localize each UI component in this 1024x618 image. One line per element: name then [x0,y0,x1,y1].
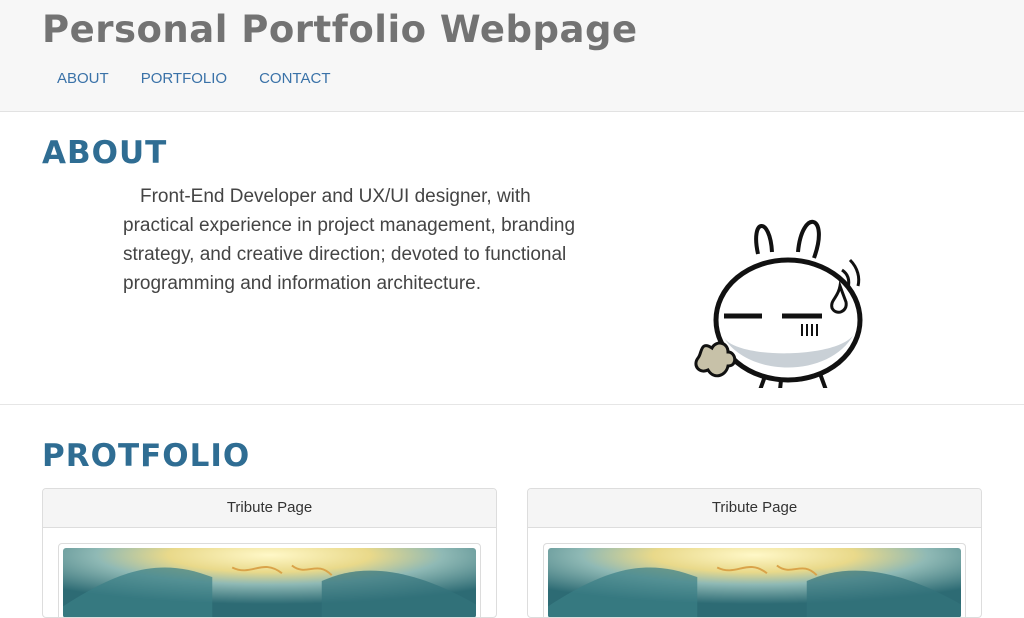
card-thumbnail[interactable] [58,543,481,617]
bunny-character-icon [694,219,863,388]
site-header: Personal Portfolio Webpage ABOUT PORTFOL… [0,0,1024,112]
about-heading: ABOUT [42,135,168,171]
site-title: Personal Portfolio Webpage [42,8,638,51]
underwater-light-image [63,548,476,617]
card-thumbnail[interactable] [543,543,966,617]
main-nav: ABOUT PORTFOLIO CONTACT [42,70,346,87]
about-section: ABOUT Front-End Developer and UX/UI desi… [0,113,1024,405]
underwater-light-image [548,548,961,617]
about-text: Front-End Developer and UX/UI designer, … [123,186,576,294]
nav-link-contact[interactable]: CONTACT [243,70,346,87]
portfolio-heading: PROTFOLIO [42,438,251,474]
nav-link-about[interactable]: ABOUT [42,70,125,87]
card-title: Tribute Page [528,489,981,528]
portfolio-card[interactable]: Tribute Page [42,488,497,618]
nav-link-portfolio[interactable]: PORTFOLIO [125,70,243,87]
portfolio-card[interactable]: Tribute Page [527,488,982,618]
card-title: Tribute Page [43,489,496,528]
